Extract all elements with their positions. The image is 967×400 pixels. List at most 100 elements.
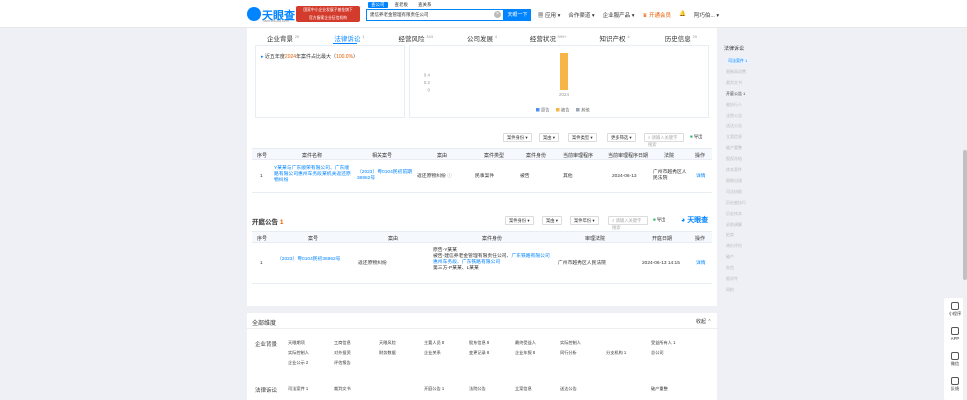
logo-icon[interactable] xyxy=(247,7,261,21)
t2-row-date: 2024-06-13 14:15 xyxy=(642,261,680,266)
sidebar-item[interactable]: 历史被执行 xyxy=(726,200,746,206)
tab-litigation[interactable]: 法律诉讼 1 xyxy=(316,31,382,43)
nav-products[interactable]: 企业服产品 ▾ xyxy=(603,11,635,19)
sidebar-item[interactable]: 历史终本 xyxy=(726,211,742,217)
table2-header: 序号 案号 案由 案件身份 审理法院 开庭日期 操作 xyxy=(252,231,712,243)
nav-user[interactable]: 阿巧伯... ▾ xyxy=(694,11,719,19)
legend-label[interactable]: 被告 xyxy=(561,107,570,114)
legend-swatch[interactable] xyxy=(556,108,560,112)
row-stage: 其他 xyxy=(563,174,573,179)
sidebar-item[interactable]: 诉前调解 xyxy=(726,222,742,228)
dim-item: 立案信息 xyxy=(515,386,532,391)
dim-item[interactable]: 开庭公告 1 xyxy=(424,386,444,392)
legend-swatch[interactable] xyxy=(576,108,580,112)
t2-details-link[interactable]: 详情 xyxy=(696,261,706,267)
dim-item[interactable]: 工商信息 xyxy=(334,340,351,346)
info-icon[interactable]: ⓘ xyxy=(447,174,452,179)
wechat-icon xyxy=(951,352,959,360)
sidebar-item[interactable]: 终本案件 xyxy=(726,167,742,173)
legend-label[interactable]: 其他 xyxy=(581,107,590,114)
sidebar-item[interactable]: 失信 xyxy=(726,265,734,271)
case-name-link[interactable]: Y某某与广东顺荣有限公司、广东顺路有限公司惠州车务段某机关返还原物纠纷 xyxy=(274,166,352,184)
s2-filter-role[interactable]: 案件身份 ▾ xyxy=(505,216,534,225)
promo-banner[interactable]: 国家中小企业发展子基金旗下 官方备案企业征信机构 xyxy=(296,6,360,22)
dim-item[interactable]: 股东信息 8 xyxy=(469,340,489,346)
row-date: 2024-06-13 xyxy=(612,174,637,179)
s2-filter-cause[interactable]: 案由 ▾ xyxy=(542,216,562,225)
top-nav: ▦ 应用 ▾ 合作渠道 ▾ 企业服产品 ▾ ♛ 开通会员 🔔 阿巧伯... ▾ xyxy=(538,11,719,19)
search-tab-relation[interactable]: 查关系 xyxy=(415,2,435,8)
tab-development[interactable]: 公司发展 4 xyxy=(449,31,515,43)
sidebar-item[interactable]: 裁判文书 xyxy=(726,80,742,86)
tab-risk[interactable]: 经营风险 343 xyxy=(383,31,449,43)
col-cause: 案由 xyxy=(437,153,448,159)
row-court: 广州市越秀区人民法院 xyxy=(653,170,687,181)
sidebar-item[interactable]: 立案信息 xyxy=(726,134,742,140)
search-tab-company[interactable]: 查公司 xyxy=(368,2,388,8)
sidebar-item[interactable]: 破产重整 xyxy=(726,145,742,151)
nav-partners[interactable]: 合作渠道 ▾ xyxy=(568,11,594,19)
dim-item[interactable]: 企业关系 xyxy=(424,350,441,356)
sidebar-item[interactable]: 限制出境 xyxy=(726,178,742,184)
sidebar-item[interactable]: 股权冻结 xyxy=(726,156,742,162)
nav-vip[interactable]: ♛ 开通会员 xyxy=(642,11,670,19)
dim-item[interactable]: 分支机构 1 xyxy=(606,350,626,356)
col-case-no: 相关案号 xyxy=(372,153,393,159)
dim-item[interactable]: 同行分析 xyxy=(560,350,577,356)
row-role: 被告 xyxy=(520,174,530,179)
sidebar-item[interactable]: 法院公告 xyxy=(726,113,742,119)
sidebar-item[interactable]: 限消令 xyxy=(726,276,738,282)
t2-case-no-link[interactable]: （2023）粤0104民初36962号 xyxy=(277,257,355,263)
tab-background[interactable]: 企业背景 20 xyxy=(250,31,316,43)
search-tab-boss[interactable]: 查老板 xyxy=(392,2,412,8)
dim-item[interactable]: 天眼风险 xyxy=(379,340,396,346)
dim-item[interactable]: 企业年报 8 xyxy=(515,350,535,356)
filter-type[interactable]: 案件类型 ▾ xyxy=(568,133,597,142)
sidebar-item[interactable]: 拍卖 xyxy=(726,232,734,238)
sidebar-item[interactable]: 司法案件 1 xyxy=(726,58,750,64)
search-input[interactable]: 建信养老金管理有限责任公司 xyxy=(366,9,504,21)
dim-item[interactable]: 变更记录 8 xyxy=(469,350,489,356)
sidebar-item[interactable]: 限制高消费 xyxy=(726,69,746,75)
dim-item[interactable]: 天眼期项 xyxy=(288,340,305,346)
sidebar-item[interactable]: 网拍 xyxy=(726,287,734,293)
sidebar-item[interactable]: 询价评估 xyxy=(726,243,742,249)
case-no-link[interactable]: （2023）粤0104民初前期36962号 xyxy=(357,170,415,182)
phone-icon xyxy=(951,327,959,335)
dim-item[interactable]: 司法案件 1 xyxy=(288,386,308,392)
table2-row: 1 （2023）粤0104民初36962号 返还原物纠纷 原告-Y某某 被告-建… xyxy=(252,244,712,284)
sidebar-item[interactable]: 破产 xyxy=(726,254,734,260)
search-button[interactable]: 天眼一下 xyxy=(504,9,531,21)
s2-export-button[interactable]: ■ 导出 xyxy=(653,217,665,223)
nav-apps[interactable]: ▦ 应用 ▾ xyxy=(538,11,560,19)
dim-item[interactable]: 企业公示 2 xyxy=(288,360,308,366)
scrollbar-thumb[interactable] xyxy=(963,150,967,280)
legend-label[interactable]: 原告 xyxy=(541,107,550,114)
collapse-button[interactable]: 收起 ⌃ xyxy=(696,318,712,325)
t2-col-action: 操作 xyxy=(695,236,706,242)
s2-filter-year[interactable]: 案件年份 ▾ xyxy=(570,216,599,225)
filter-more[interactable]: 更多筛选 ▾ xyxy=(607,133,636,142)
filter-cause[interactable]: 案由 ▾ xyxy=(539,133,559,142)
row-cause: 返还原物纠纷 ⓘ xyxy=(417,174,452,179)
s2-search-input[interactable]: ⌕ 请输入关键字搜索 xyxy=(608,216,648,230)
filter-role[interactable]: 案件身份 ▾ xyxy=(503,133,532,142)
tab-ip[interactable]: 知识产权 4 xyxy=(581,31,647,43)
legend-swatch[interactable] xyxy=(536,108,540,112)
bar-被告[interactable] xyxy=(560,53,568,90)
tab-history[interactable]: 历史信息 29 xyxy=(648,31,714,43)
bell-icon[interactable]: 🔔 xyxy=(679,11,686,19)
sidebar-item[interactable]: 开庭公告 1 xyxy=(726,91,745,97)
dim-item[interactable]: 受益所有人 1 xyxy=(651,340,675,346)
details-link[interactable]: 详情 xyxy=(696,174,706,180)
dim-item[interactable]: 实际控制人 xyxy=(288,350,309,356)
export-button[interactable]: ■ 导出 xyxy=(690,134,702,140)
tab-operations[interactable]: 经营状况 999+ xyxy=(515,31,581,43)
sidebar-item[interactable]: 送达公告 xyxy=(726,123,742,129)
sidebar-item[interactable]: 被执行人 xyxy=(726,102,742,108)
clear-icon[interactable]: × xyxy=(494,11,501,18)
col-index: 序号 xyxy=(257,153,268,159)
filter-search-input[interactable]: ⌕ 请输入关键字搜索 xyxy=(644,133,684,147)
sidebar-item[interactable]: 司法协助 xyxy=(726,189,742,195)
dim-item[interactable]: 主要人员 8 xyxy=(424,340,444,346)
